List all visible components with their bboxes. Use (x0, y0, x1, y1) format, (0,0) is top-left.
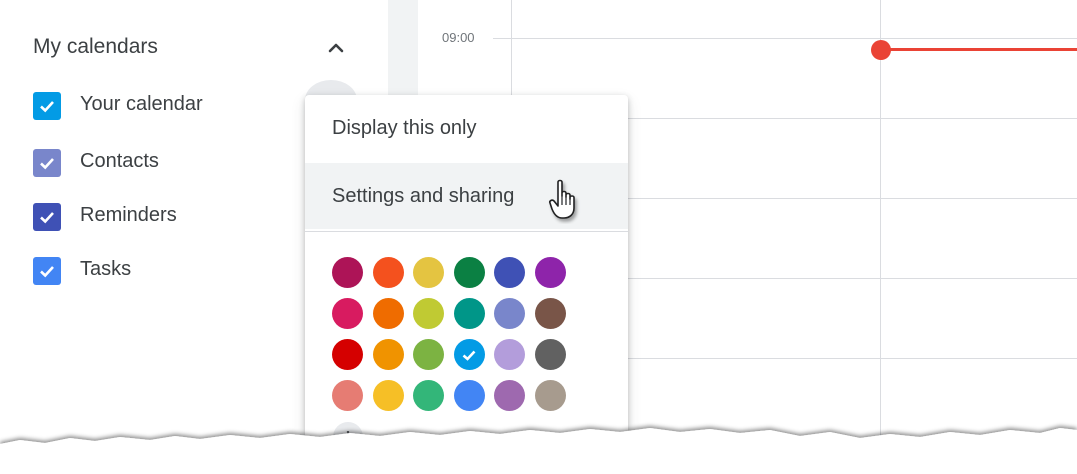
color-swatch[interactable] (332, 380, 363, 411)
calendar-label: Reminders (80, 204, 177, 226)
my-calendars-heading: My calendars (33, 35, 158, 58)
check-icon (40, 158, 54, 170)
torn-edge-decoration (0, 428, 1077, 474)
color-swatch[interactable] (372, 257, 404, 288)
color-swatch[interactable] (494, 380, 525, 411)
color-swatch[interactable] (453, 380, 485, 411)
hour-tick (493, 38, 511, 39)
checkbox[interactable] (33, 92, 61, 120)
checkbox[interactable] (33, 149, 61, 177)
hour-line (511, 38, 1077, 39)
check-icon (462, 350, 476, 361)
color-swatch[interactable] (534, 298, 566, 329)
calendar-item-contacts[interactable]: Contacts (33, 145, 273, 177)
color-swatch[interactable] (494, 339, 525, 370)
color-swatch[interactable] (453, 339, 485, 370)
color-swatch[interactable] (413, 298, 444, 329)
color-swatch[interactable] (372, 380, 404, 411)
calendar-label: Contacts (80, 150, 159, 172)
hand-pointer-icon (549, 179, 575, 219)
chevron-up-icon (328, 43, 344, 53)
color-swatch[interactable] (534, 380, 566, 411)
color-swatch[interactable] (372, 339, 404, 370)
calendar-app: 09:00 My calendars Your calendar Contact… (0, 0, 1077, 474)
color-swatch[interactable] (413, 257, 444, 288)
color-swatch[interactable] (494, 257, 525, 288)
check-icon (40, 212, 54, 224)
color-swatch[interactable] (332, 257, 363, 288)
color-swatch[interactable] (332, 298, 363, 329)
color-swatch[interactable] (534, 257, 566, 288)
calendar-label: Tasks (80, 258, 132, 280)
check-icon (40, 101, 54, 113)
color-swatch[interactable] (453, 257, 485, 288)
calendar-item-reminders[interactable]: Reminders (33, 199, 273, 231)
color-swatch[interactable] (413, 339, 444, 370)
checkbox[interactable] (33, 203, 61, 231)
color-swatch[interactable] (372, 298, 404, 329)
color-swatch[interactable] (413, 380, 444, 411)
menu-divider (305, 231, 628, 232)
color-swatch[interactable] (534, 339, 566, 370)
menu-item-display-this-only[interactable]: Display this only (305, 95, 628, 161)
current-time-dot (871, 40, 891, 60)
check-icon (40, 266, 54, 278)
collapse-my-calendars-button[interactable] (318, 30, 354, 66)
calendar-item-tasks[interactable]: Tasks (33, 253, 273, 285)
color-swatch[interactable] (453, 298, 485, 329)
calendar-item-your-calendar[interactable]: Your calendar (33, 88, 273, 120)
current-time-line (880, 48, 1077, 51)
color-swatch[interactable] (332, 339, 363, 370)
day-column-divider (880, 0, 881, 474)
time-label-0900: 09:00 (442, 30, 475, 45)
checkbox[interactable] (33, 257, 61, 285)
color-swatch[interactable] (494, 298, 525, 329)
calendar-label: Your calendar (80, 93, 203, 115)
